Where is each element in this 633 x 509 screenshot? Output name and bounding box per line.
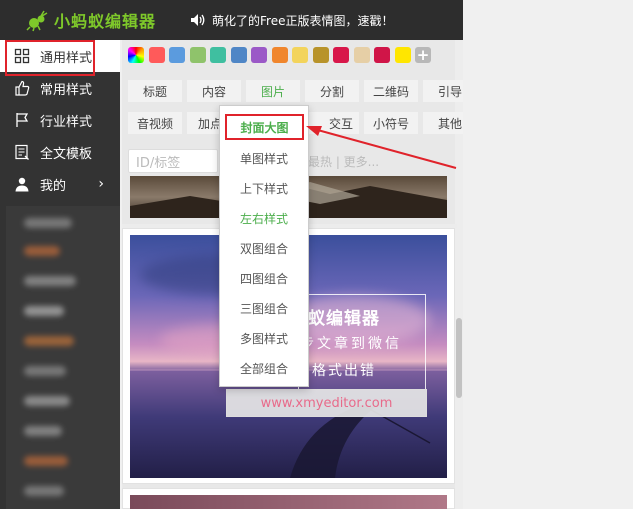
announcement-text: 萌化了的Free正版表情图，速戳！ xyxy=(212,13,394,28)
dropdown-item-all-combos[interactable]: 全部组合 xyxy=(220,356,308,380)
logo-text: 小蚂蚁编辑器 xyxy=(54,12,157,31)
color-swatch[interactable] xyxy=(210,47,226,63)
sidebar-item-label: 常用样式 xyxy=(40,82,93,98)
document-icon xyxy=(15,144,29,160)
tab-title[interactable]: 标题 xyxy=(128,80,182,102)
color-swatch[interactable] xyxy=(251,47,267,63)
tab-qrcode[interactable]: 二维码 xyxy=(364,80,418,102)
sidebar-item-full-templates[interactable]: 全文模板 xyxy=(0,136,120,168)
top-header: 小蚂蚁编辑器 萌化了的Free正版表情图，速戳！ xyxy=(0,0,463,40)
preview-title: 蚁编辑器 xyxy=(308,309,380,329)
sidebar-item-label: 全文模板 xyxy=(40,146,93,162)
sidebar-item-common-styles[interactable]: 常用样式 xyxy=(0,72,120,104)
sidebar-item-mine[interactable]: 我的 › xyxy=(0,168,120,200)
color-palette: + xyxy=(128,47,436,63)
dropdown-item-four-image[interactable]: 四图组合 xyxy=(220,266,308,290)
preview-url: www.xmyeditor.com xyxy=(260,395,393,411)
sidebar-item-industry-styles[interactable]: 行业样式 xyxy=(0,104,120,136)
color-swatch[interactable] xyxy=(374,47,390,63)
scrollbar-thumb[interactable] xyxy=(456,318,462,398)
color-swatch[interactable] xyxy=(292,47,308,63)
thumbs-up-icon xyxy=(15,80,30,96)
panel-scrollbar[interactable] xyxy=(455,40,463,509)
color-swatch[interactable] xyxy=(394,47,411,63)
flag-icon xyxy=(16,113,29,127)
preview-subtitle: 步文章到微信 xyxy=(300,336,402,352)
sidebar-item-label: 行业样式 xyxy=(40,114,93,130)
blurred-submenu xyxy=(6,206,120,509)
user-icon xyxy=(15,177,29,192)
dropdown-item-cover-image[interactable]: 封面大图 xyxy=(225,114,304,140)
tab-audio-video[interactable]: 音视频 xyxy=(128,112,182,134)
tag-search-input[interactable]: ID/标签 xyxy=(128,149,218,173)
tab-content[interactable]: 内容 xyxy=(187,80,241,102)
ant-logo-icon xyxy=(26,10,48,32)
sidebar-item-label: 我的 xyxy=(40,178,67,194)
color-picker-swatch[interactable] xyxy=(128,47,144,63)
speaker-icon xyxy=(191,14,205,26)
dropdown-item-double-image[interactable]: 双图组合 xyxy=(220,236,308,260)
dropdown-item-left-right[interactable]: 左右样式 xyxy=(220,206,308,230)
dropdown-item-three-image[interactable]: 三图组合 xyxy=(220,296,308,320)
preview-subtitle-2: 格式出错 xyxy=(312,363,376,379)
announcement[interactable]: 萌化了的Free正版表情图，速戳！ xyxy=(190,12,393,29)
tab-image[interactable]: 图片 xyxy=(246,80,300,102)
add-color-icon[interactable]: + xyxy=(415,47,431,63)
dropdown-item-multi-image[interactable]: 多图样式 xyxy=(220,326,308,350)
preview-url-bar: www.xmyeditor.com xyxy=(226,389,427,417)
color-swatch[interactable] xyxy=(169,47,185,63)
search-placeholder: ID/标签 xyxy=(136,155,181,171)
color-swatch[interactable] xyxy=(189,47,206,63)
image-style-dropdown: 封面大图 单图样式 上下样式 左右样式 双图组合 四图组合 三图组合 多图样式 … xyxy=(219,105,309,387)
dropdown-item-top-bottom[interactable]: 上下样式 xyxy=(220,176,308,200)
category-tabs-row1: 标题 内容 图片 分割 二维码 引导 xyxy=(128,80,482,102)
template-preview-image[interactable] xyxy=(130,495,447,509)
color-swatch[interactable] xyxy=(333,47,349,63)
color-swatch[interactable] xyxy=(230,47,247,63)
color-swatch[interactable] xyxy=(148,47,165,63)
chevron-right-icon: › xyxy=(98,176,104,192)
annotation-highlight-box xyxy=(5,40,95,76)
color-swatch[interactable] xyxy=(353,47,370,63)
color-swatch[interactable] xyxy=(312,47,329,63)
app-logo[interactable]: 小蚂蚁编辑器 xyxy=(0,8,190,32)
tab-divider[interactable]: 分割 xyxy=(305,80,359,102)
dropdown-item-single-image[interactable]: 单图样式 xyxy=(220,146,308,170)
editor-canvas-area xyxy=(463,0,633,509)
color-swatch[interactable] xyxy=(271,47,288,63)
annotation-arrow xyxy=(306,126,457,169)
